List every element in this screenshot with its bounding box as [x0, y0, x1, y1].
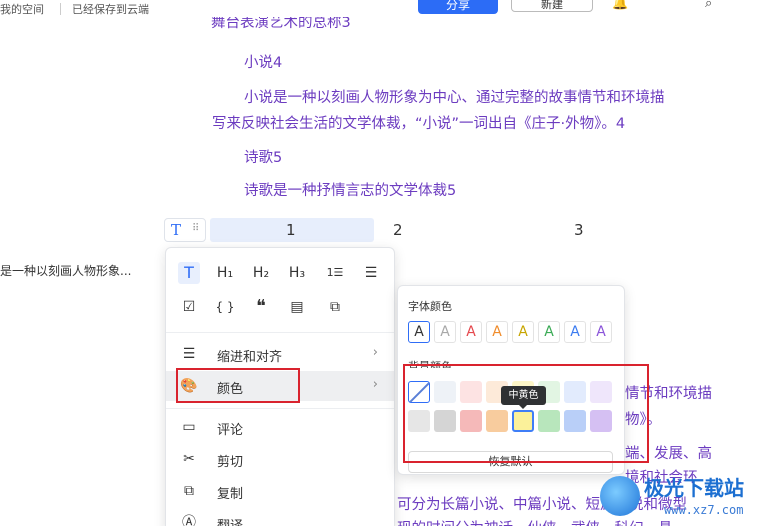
font-color-swatch[interactable]: A: [590, 321, 612, 343]
breadcrumb-divider: [60, 3, 61, 15]
menu-divider: [166, 408, 394, 409]
bullet-list-icon[interactable]: ☰: [360, 262, 382, 284]
table-cell-snippet: 是一种以刻画人物形象...: [0, 264, 132, 278]
top-bar: 我的空间 已经保存到云端 分享 新建 🔔 ⌕: [0, 0, 758, 22]
ordered-list-icon[interactable]: 1☰: [324, 262, 346, 284]
column-header-2[interactable]: 2: [393, 221, 403, 239]
font-color-swatch[interactable]: A: [512, 321, 534, 343]
block-handle[interactable]: T ⠿: [164, 218, 206, 242]
text-style-icon[interactable]: T: [178, 262, 200, 284]
watermark-text: 极光下载站: [644, 476, 744, 500]
menu-item-label: 剪切: [217, 455, 244, 470]
share-button[interactable]: 分享: [418, 0, 498, 14]
code-block-icon[interactable]: { }: [214, 296, 236, 318]
save-status: 已经保存到云端: [72, 3, 149, 16]
chevron-right-icon: ›: [372, 377, 378, 392]
novel-paragraph-line-2: 写来反映社会生活的文学体裁，“小说”一词出自《庄子·外物》。4: [212, 116, 626, 132]
menu-item-label: 缩进和对齐: [217, 350, 283, 365]
doc-cut-line: 舞台表演艺术的总称3: [211, 17, 351, 29]
menu-item-label: 翻译: [217, 515, 243, 526]
heading-novel: 小说4: [244, 55, 283, 71]
heading-3-icon[interactable]: H₃: [286, 262, 308, 284]
comment-icon: ▭: [182, 419, 196, 435]
watermark-url: www.xz7.com: [664, 503, 744, 517]
font-color-swatch[interactable]: A: [434, 321, 456, 343]
checkbox-icon[interactable]: ☑: [178, 296, 200, 318]
menu-item-cut[interactable]: ✂ 剪切: [166, 444, 394, 474]
menu-item-comment[interactable]: ▭ 评论: [166, 412, 394, 442]
poetry-paragraph: 诗歌是一种抒情言志的文学体裁5: [244, 183, 457, 199]
font-color-title: 字体颜色: [408, 300, 452, 313]
translate-icon: Ⓐ: [182, 515, 196, 526]
annotation-highlight-color-item: [176, 368, 300, 403]
novel-paragraph-line-1: 小说是一种以刻画人物形象为中心、通过完整的故事情节和环境描: [244, 90, 665, 106]
font-color-swatch[interactable]: A: [486, 321, 508, 343]
menu-item-label: 复制: [217, 487, 244, 502]
highlight-block-icon[interactable]: ▤: [286, 296, 308, 318]
copy-icon: ⧉: [184, 483, 194, 499]
align-left-icon: ☰: [182, 346, 196, 362]
text-type-icon: T: [171, 221, 182, 239]
heading-1-icon[interactable]: H₁: [214, 262, 236, 284]
watermark-logo: 极光下载站 www.xz7.com: [600, 470, 758, 526]
font-color-swatch[interactable]: A: [460, 321, 482, 343]
bell-icon[interactable]: 🔔: [612, 0, 628, 11]
drag-grip-icon[interactable]: ⠿: [192, 223, 199, 234]
heading-2-icon[interactable]: H₂: [250, 262, 272, 284]
menu-item-copy[interactable]: ⧉ 复制: [166, 476, 394, 506]
annotation-highlight-bg-colors: [403, 364, 649, 463]
menu-divider: [166, 332, 394, 333]
font-color-swatch[interactable]: A: [538, 321, 560, 343]
font-color-swatch[interactable]: A: [564, 321, 586, 343]
menu-item-translate[interactable]: Ⓐ 翻译: [166, 508, 394, 526]
chevron-right-icon: ›: [372, 345, 378, 360]
menu-item-label: 评论: [217, 423, 244, 438]
menu-item-indent-align[interactable]: ☰ 缩进和对齐 ›: [166, 339, 394, 369]
scissors-icon: ✂: [183, 451, 195, 467]
font-color-swatch[interactable]: A: [408, 321, 430, 343]
quote-icon[interactable]: ❝: [250, 296, 272, 318]
search-icon[interactable]: ⌕: [705, 0, 712, 11]
sync-block-icon[interactable]: ⧉: [324, 296, 346, 318]
watermark-globe-icon: [600, 476, 640, 516]
column-header-1[interactable]: 1: [286, 221, 296, 239]
space-breadcrumb[interactable]: 我的空间: [0, 1, 44, 17]
column-header-3[interactable]: 3: [574, 221, 584, 239]
heading-poetry: 诗歌5: [244, 150, 283, 166]
new-button[interactable]: 新建: [511, 0, 593, 12]
